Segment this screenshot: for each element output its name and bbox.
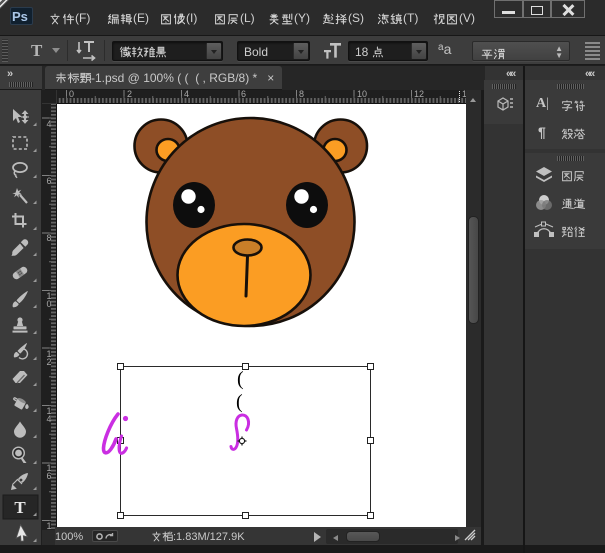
svg-text:T: T: [14, 498, 26, 517]
